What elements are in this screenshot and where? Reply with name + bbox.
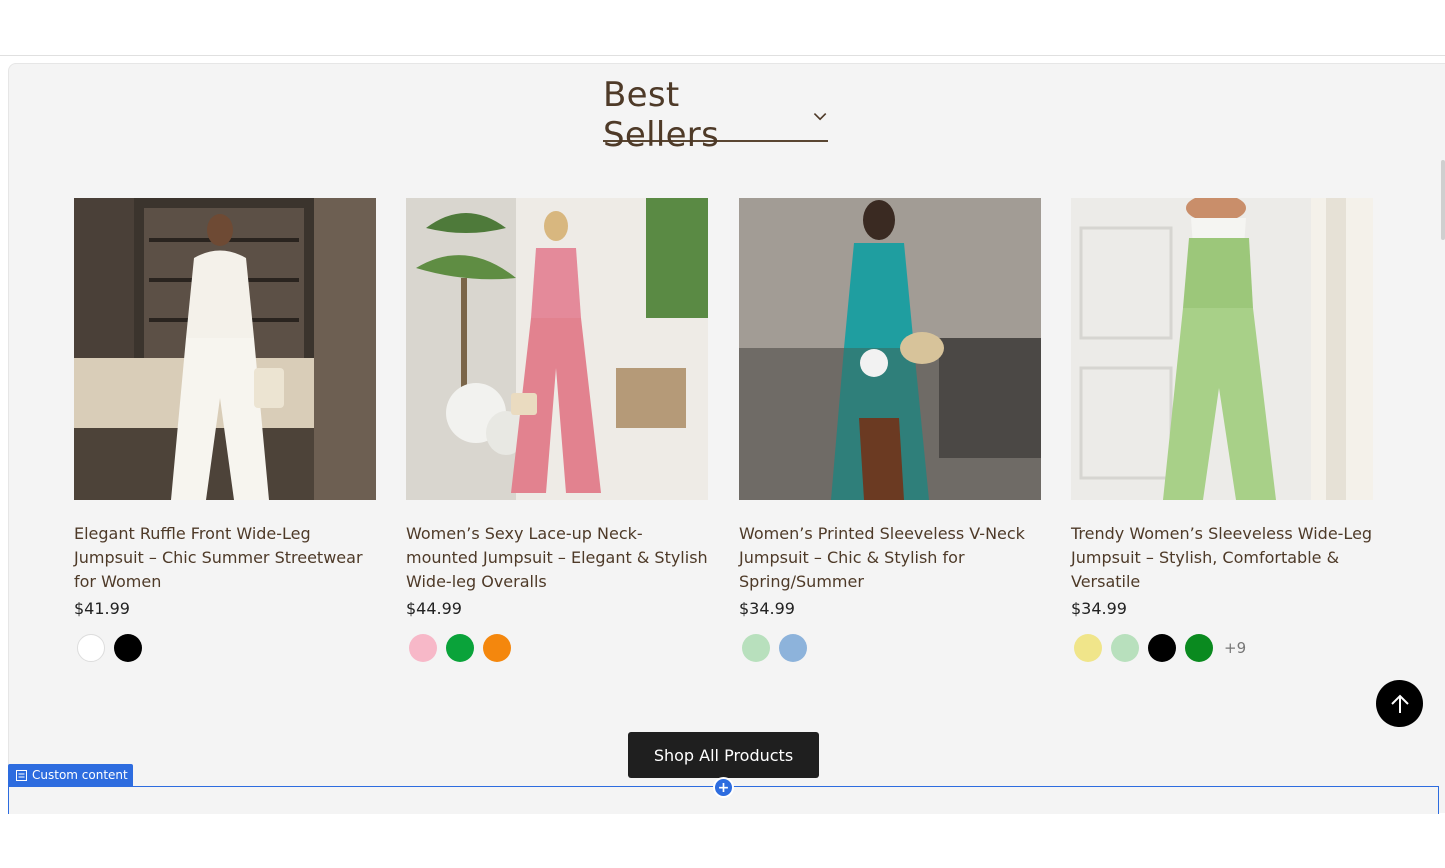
- plus-icon: +: [717, 779, 730, 796]
- color-swatches: [74, 634, 376, 662]
- more-colors-count[interactable]: +9: [1224, 639, 1246, 657]
- color-swatch-green[interactable]: [446, 634, 474, 662]
- product-image[interactable]: [739, 198, 1041, 500]
- product-title[interactable]: Women’s Sexy Lace-up Neck-mounted Jumpsu…: [406, 522, 708, 594]
- scroll-to-top-button[interactable]: [1376, 680, 1423, 727]
- color-swatches: +9: [1071, 634, 1373, 662]
- product-card[interactable]: Women’s Printed Sleeveless V-Neck Jumpsu…: [739, 198, 1041, 662]
- section-title: Best Sellers: [603, 75, 720, 155]
- product-price: $41.99: [74, 599, 130, 618]
- color-swatch-black[interactable]: [114, 634, 142, 662]
- product-price: $34.99: [739, 599, 795, 618]
- product-price: $44.99: [406, 599, 462, 618]
- color-swatch-mint[interactable]: [742, 634, 770, 662]
- page-bottom: [0, 814, 1445, 868]
- product-card[interactable]: Elegant Ruffle Front Wide-Leg Jumpsuit –…: [74, 198, 376, 662]
- custom-content-label: Custom content: [32, 768, 128, 782]
- color-swatch-mint[interactable]: [1111, 634, 1139, 662]
- product-image[interactable]: [406, 198, 708, 500]
- scrollbar-thumb[interactable]: [1441, 160, 1445, 240]
- product-price: $34.99: [1071, 599, 1127, 618]
- color-swatches: [406, 634, 708, 662]
- chevron-down-icon: [813, 113, 827, 121]
- shop-all-products-button[interactable]: Shop All Products: [628, 732, 819, 778]
- top-header-bar: [0, 0, 1445, 56]
- color-swatch-dark-green[interactable]: [1185, 634, 1213, 662]
- product-image[interactable]: [74, 198, 376, 500]
- add-section-button[interactable]: +: [713, 777, 734, 798]
- color-swatches: [739, 634, 1041, 662]
- product-title[interactable]: Elegant Ruffle Front Wide-Leg Jumpsuit –…: [74, 522, 376, 594]
- custom-content-tag[interactable]: Custom content: [8, 764, 133, 786]
- color-swatch-white[interactable]: [77, 634, 105, 662]
- product-title[interactable]: Women’s Printed Sleeveless V-Neck Jumpsu…: [739, 522, 1041, 594]
- color-swatch-orange[interactable]: [483, 634, 511, 662]
- arrow-up-icon: [1390, 694, 1409, 713]
- color-swatch-pink[interactable]: [409, 634, 437, 662]
- product-image[interactable]: [1071, 198, 1373, 500]
- color-swatch-black[interactable]: [1148, 634, 1176, 662]
- product-title[interactable]: Trendy Women’s Sleeveless Wide-Leg Jumps…: [1071, 522, 1373, 594]
- color-swatch-light-blue[interactable]: [779, 634, 807, 662]
- product-card[interactable]: Trendy Women’s Sleeveless Wide-Leg Jumps…: [1071, 198, 1373, 662]
- product-card[interactable]: Women’s Sexy Lace-up Neck-mounted Jumpsu…: [406, 198, 708, 662]
- collection-selector[interactable]: Best Sellers: [603, 75, 828, 155]
- block-icon: [16, 769, 27, 781]
- color-swatch-yellow[interactable]: [1074, 634, 1102, 662]
